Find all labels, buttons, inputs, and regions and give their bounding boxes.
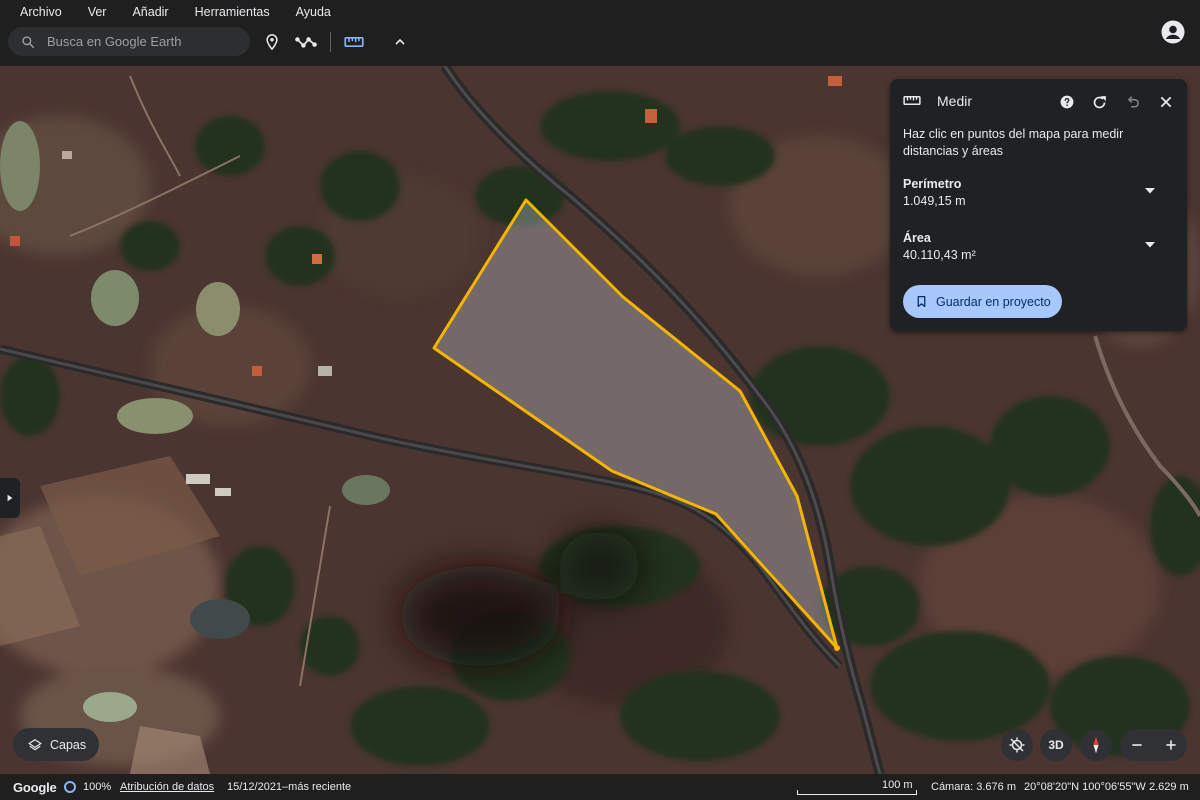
measure-panel: Medir Haz clic en puntos del mapa para m… [890, 79, 1187, 331]
ruler-icon [903, 96, 921, 105]
loading-ring-icon [64, 781, 76, 793]
help-icon [1060, 95, 1074, 109]
search-icon [22, 35, 35, 48]
area-value: 40.110,43 m² [903, 248, 976, 262]
account-icon [1161, 20, 1185, 44]
collapse-toolbar-button[interactable] [387, 29, 413, 55]
scale-bar [797, 790, 917, 795]
zoom-in-button[interactable] [1154, 729, 1187, 761]
menu-archivo[interactable]: Archivo [0, 0, 75, 24]
cursor-coordinates: 20°08'20"N 100°06'55"W [1024, 781, 1146, 793]
path-button[interactable] [293, 29, 319, 55]
measure-panel-title: Medir [937, 93, 973, 109]
area-units-dropdown[interactable] [1144, 241, 1156, 249]
plus-icon [1165, 740, 1176, 750]
status-bar: Google 100% Atribución de datos 15/12/20… [0, 774, 1200, 800]
compass-button[interactable] [1080, 729, 1112, 761]
close-icon [1160, 96, 1172, 108]
top-bar: Archivo Ver Añadir Herramientas Ayuda [0, 0, 1200, 66]
google-logo: Google [13, 780, 57, 795]
layers-icon [28, 738, 42, 750]
placemark-button[interactable] [259, 29, 285, 55]
menu-ver[interactable]: Ver [75, 0, 120, 24]
measure-instructions: Haz clic en puntos del mapa para medir d… [903, 127, 1124, 158]
search-input[interactable] [47, 34, 237, 49]
layers-label: Capas [50, 737, 87, 752]
menu-anadir[interactable]: Añadir [119, 0, 181, 24]
zoom-out-button[interactable] [1120, 729, 1153, 761]
no-location-icon [1009, 737, 1025, 753]
redo-button[interactable] [1090, 93, 1108, 111]
measure-panel-header: Medir [890, 79, 1187, 123]
layers-button[interactable]: Capas [13, 728, 99, 761]
redo-icon [1093, 95, 1106, 108]
placemark-icon [266, 34, 278, 51]
save-to-project-label: Guardar en proyecto [936, 294, 1051, 309]
3d-toggle-button[interactable]: 3D [1040, 729, 1072, 761]
chevron-right-icon [7, 494, 13, 502]
save-to-project-button[interactable]: Guardar en proyecto [903, 285, 1062, 318]
area-label: Área [903, 231, 931, 245]
help-button[interactable] [1058, 93, 1076, 111]
minus-icon [1131, 744, 1142, 746]
my-location-button[interactable] [1001, 729, 1033, 761]
menu-ayuda[interactable]: Ayuda [283, 0, 344, 24]
compass-icon [1093, 736, 1099, 754]
3d-toggle-label: 3D [1048, 738, 1064, 752]
bookmark-icon [917, 295, 926, 308]
perimeter-value: 1.049,15 m [903, 194, 966, 208]
menu-herramientas[interactable]: Herramientas [182, 0, 283, 24]
zoom-controls [1120, 729, 1187, 761]
chevron-up-icon [395, 38, 405, 45]
camera-altitude: Cámara: 3.676 m [931, 781, 1016, 793]
measure-button[interactable] [341, 29, 367, 55]
menu-bar: Archivo Ver Añadir Herramientas Ayuda [0, 0, 344, 24]
toolbar-divider [330, 32, 331, 52]
undo-icon [1127, 95, 1139, 108]
data-attribution-link[interactable]: Atribución de datos [120, 781, 214, 793]
imagery-date: 15/12/2021–más reciente [227, 781, 352, 793]
ruler-icon [344, 37, 364, 47]
path-icon [295, 37, 317, 48]
undo-button[interactable] [1123, 93, 1141, 111]
account-button[interactable] [1161, 20, 1185, 44]
perimeter-units-dropdown[interactable] [1144, 187, 1156, 195]
measure-vertex[interactable] [834, 645, 840, 651]
streaming-percent: 100% [83, 781, 112, 793]
ground-elevation: 2.629 m [1149, 781, 1189, 793]
search-box[interactable] [8, 27, 250, 56]
perimeter-label: Perímetro [903, 177, 962, 191]
expand-side-panel-button[interactable] [0, 478, 20, 518]
close-button[interactable] [1157, 93, 1175, 111]
